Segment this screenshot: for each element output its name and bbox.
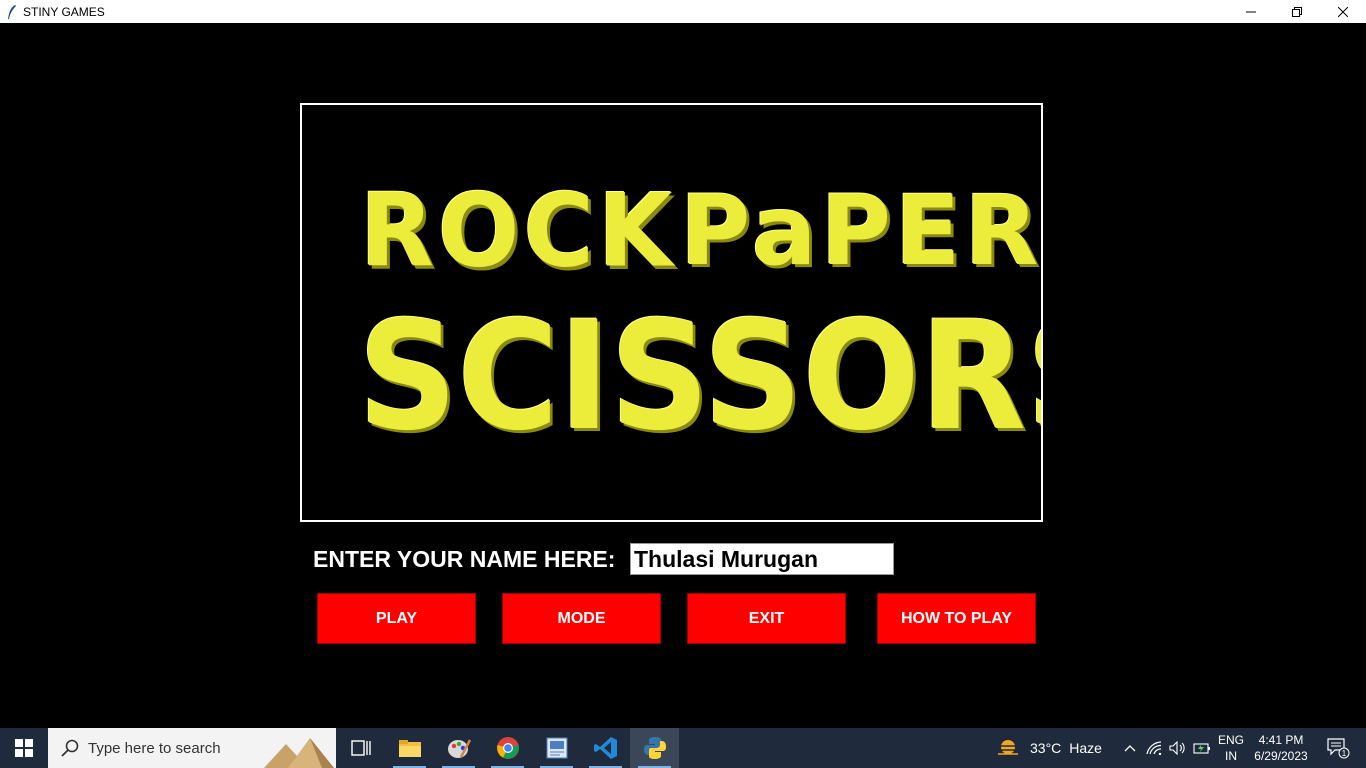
- task-view-icon: [350, 740, 371, 756]
- window-controls: [1228, 0, 1366, 23]
- rock-paper-scissors-logo: ROCK PaPER SCISSORS: [300, 103, 1043, 522]
- haze-weather-icon: [998, 740, 1018, 755]
- wifi-icon: [1146, 741, 1162, 755]
- python-icon: [643, 737, 666, 759]
- system-tray: [1118, 728, 1214, 768]
- name-input[interactable]: [630, 543, 894, 575]
- file-explorer-icon: [398, 740, 421, 757]
- vscode-button[interactable]: [581, 728, 630, 768]
- restore-icon: [1292, 6, 1302, 17]
- windows-logo-icon: [15, 739, 33, 757]
- file-explorer-button[interactable]: [385, 728, 434, 768]
- exit-button[interactable]: EXIT: [687, 593, 846, 644]
- paint-icon: [447, 739, 471, 758]
- name-label: ENTER YOUR NAME HERE:: [313, 546, 616, 572]
- close-icon: [1338, 6, 1348, 17]
- mode-button[interactable]: MODE: [502, 593, 661, 644]
- show-hidden-icons-button[interactable]: [1118, 728, 1142, 768]
- paint-button[interactable]: [434, 728, 483, 768]
- search-placeholder: Type here to search: [88, 739, 221, 757]
- weather-temperature: 33°C: [1030, 740, 1062, 756]
- chrome-button[interactable]: [483, 728, 532, 768]
- window-titlebar: STINY GAMES: [0, 0, 1366, 23]
- language-code: ENG: [1218, 733, 1245, 747]
- window-title: STINY GAMES: [23, 4, 105, 19]
- play-button[interactable]: PLAY: [317, 593, 476, 644]
- weather-description: Haze: [1069, 740, 1102, 756]
- notification-icon: 1: [1327, 738, 1350, 759]
- taskbar: Type here to search 33°C Haze ENG IN 4:4…: [0, 728, 1366, 768]
- close-button[interactable]: [1320, 0, 1366, 23]
- notification-center-button[interactable]: 1: [1318, 728, 1358, 768]
- feather-app-icon: [5, 4, 19, 19]
- start-button[interactable]: [0, 728, 48, 768]
- chevron-up-icon: [1124, 745, 1136, 752]
- region-code: IN: [1225, 749, 1237, 763]
- python-button[interactable]: [630, 728, 679, 768]
- logo-word-scissors: SCISSORS: [358, 290, 1041, 464]
- vscode-icon: [593, 737, 617, 759]
- clock-time: 4:41 PM: [1258, 733, 1304, 747]
- pyramids-search-highlight-icon: [264, 738, 334, 768]
- task-view-button[interactable]: [336, 728, 385, 768]
- volume-button[interactable]: [1166, 728, 1190, 768]
- logo-word-paper: PaPER: [680, 175, 1043, 287]
- photos-button[interactable]: [532, 728, 581, 768]
- battery-button[interactable]: [1190, 728, 1214, 768]
- taskbar-search-box[interactable]: Type here to search: [48, 728, 336, 768]
- minimize-button[interactable]: [1228, 0, 1274, 23]
- how-to-play-button[interactable]: HOW TO PLAY: [877, 593, 1036, 644]
- logo-word-rock: ROCK: [360, 172, 677, 290]
- taskbar-clock[interactable]: 4:41 PM 6/29/2023: [1250, 732, 1312, 764]
- chrome-icon: [496, 737, 519, 759]
- clock-date: 6/29/2023: [1254, 749, 1308, 763]
- speaker-icon: [1169, 741, 1185, 755]
- weather-widget[interactable]: 33°C Haze: [996, 728, 1102, 768]
- battery-charging-icon: [1193, 743, 1210, 754]
- search-icon: [60, 738, 80, 758]
- network-button[interactable]: [1142, 728, 1166, 768]
- photos-icon: [546, 737, 567, 759]
- notification-count: 1: [1342, 749, 1347, 758]
- minimize-icon: [1246, 11, 1256, 12]
- restore-button[interactable]: [1274, 0, 1320, 23]
- input-language-indicator[interactable]: ENG IN: [1218, 732, 1244, 764]
